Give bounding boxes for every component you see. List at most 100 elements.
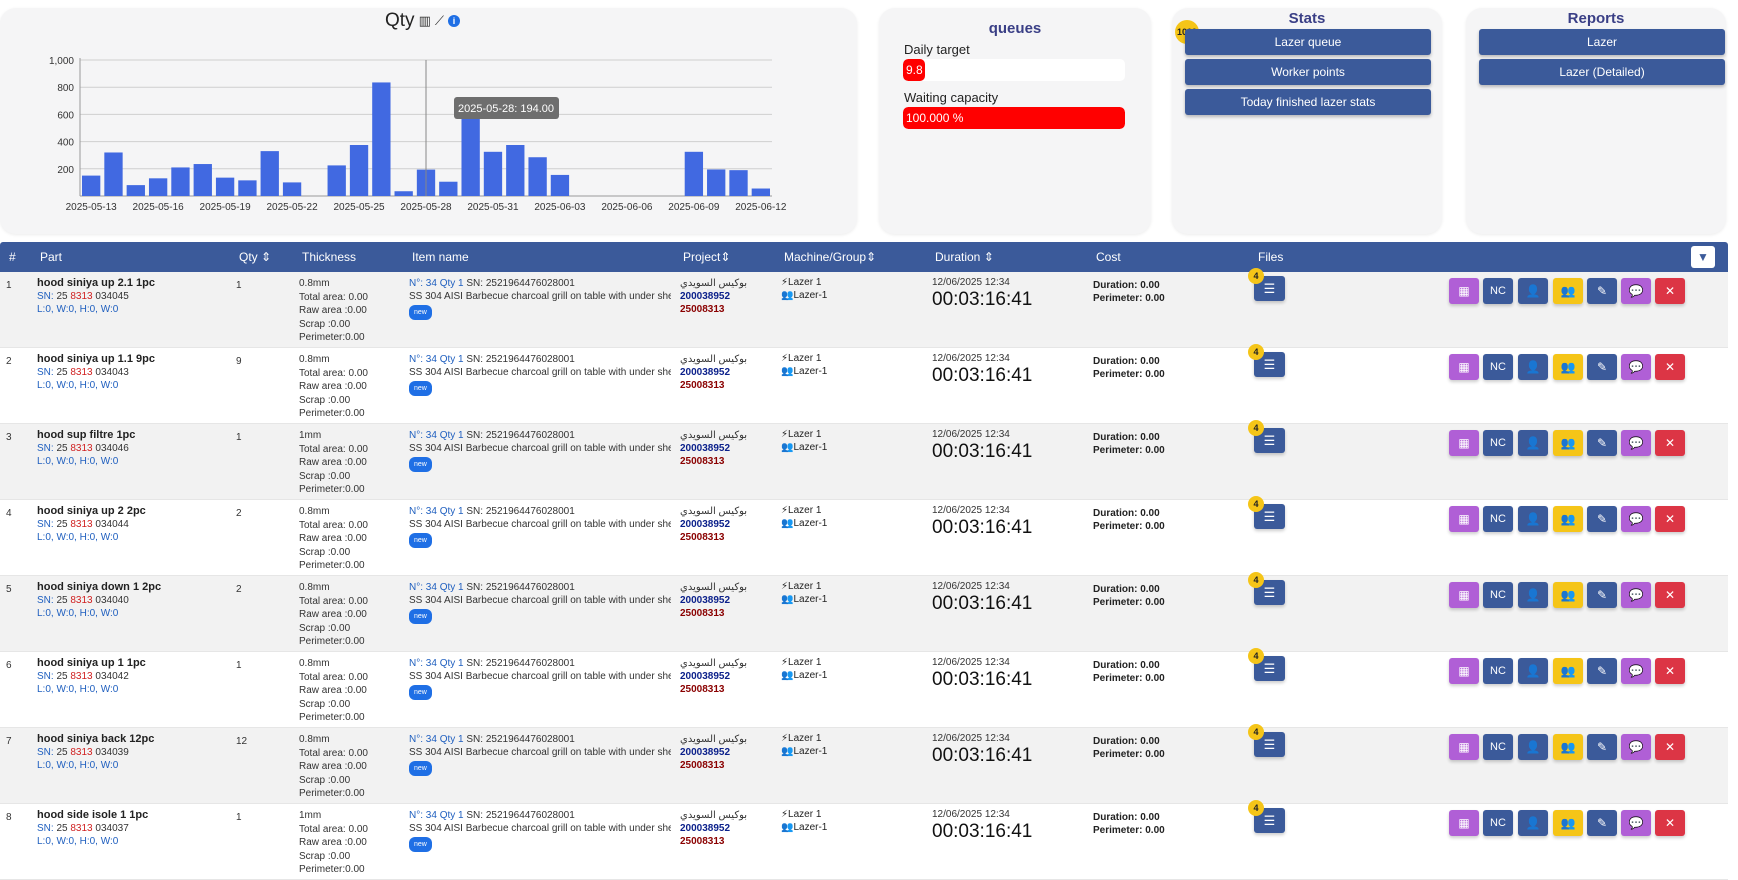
project-code[interactable]: 200038952	[680, 442, 747, 455]
col-project[interactable]: Project⇕	[683, 250, 730, 264]
assign-user-button[interactable]: 👤	[1518, 278, 1548, 304]
comments-button[interactable]: 💬	[1621, 430, 1651, 456]
workers-button[interactable]: 👥	[1553, 582, 1583, 608]
edit-button[interactable]: ✎	[1587, 810, 1617, 836]
sort-icon[interactable]: ⇕	[261, 250, 271, 264]
chart-bar[interactable]	[394, 191, 413, 196]
workers-button[interactable]: 👥	[1553, 810, 1583, 836]
chart-bar[interactable]	[104, 152, 123, 196]
chart-bar[interactable]	[193, 164, 212, 196]
chart-bar[interactable]	[550, 174, 570, 196]
project-sub-code[interactable]: 25008313	[680, 835, 747, 848]
chart-bar[interactable]	[171, 167, 190, 196]
chart-bar[interactable]	[684, 151, 704, 196]
workers-button[interactable]: 👥	[1553, 506, 1583, 532]
chart-bar[interactable]	[729, 170, 748, 196]
sort-icon[interactable]: ⇕	[984, 250, 994, 264]
assign-user-button[interactable]: 👤	[1518, 658, 1548, 684]
comments-button[interactable]: 💬	[1621, 734, 1651, 760]
chart-bar[interactable]	[461, 117, 480, 196]
table-row[interactable]: 6 hood siniya up 1 1pc SN: 25 8313 03404…	[0, 648, 1728, 728]
table-row[interactable]: 3 hood sup filtre 1pc SN: 25 8313 034046…	[0, 420, 1728, 500]
delete-button[interactable]: ✕	[1655, 734, 1685, 760]
col-machine-group[interactable]: Machine/Group⇕	[784, 250, 876, 264]
comments-button[interactable]: 💬	[1621, 278, 1651, 304]
edit-button[interactable]: ✎	[1587, 430, 1617, 456]
nc-button[interactable]: NC	[1483, 278, 1513, 304]
delete-button[interactable]: ✕	[1655, 506, 1685, 532]
nc-button[interactable]: NC	[1483, 810, 1513, 836]
edit-button[interactable]: ✎	[1587, 278, 1617, 304]
calculator-button[interactable]: ▦	[1449, 430, 1479, 456]
delete-button[interactable]: ✕	[1655, 658, 1685, 684]
col-qty[interactable]: Qty ⇕	[239, 250, 271, 264]
comments-button[interactable]: 💬	[1621, 810, 1651, 836]
lazer-report-button[interactable]: Lazer	[1479, 29, 1725, 55]
table-row[interactable]: 1 hood siniya up 2.1 1pc SN: 25 8313 034…	[0, 268, 1728, 348]
edit-button[interactable]: ✎	[1587, 734, 1617, 760]
chart-bar[interactable]	[439, 181, 458, 196]
chart-bar[interactable]	[751, 188, 770, 196]
table-row[interactable]: 2 hood siniya up 1.1 9pc SN: 25 8313 034…	[0, 344, 1728, 424]
col-duration[interactable]: Duration ⇕	[935, 250, 994, 264]
chart-bar[interactable]	[372, 82, 391, 196]
project-sub-code[interactable]: 25008313	[680, 379, 747, 392]
chart-bar[interactable]	[707, 169, 726, 196]
calculator-button[interactable]: ▦	[1449, 506, 1479, 532]
table-row[interactable]: 5 hood siniya down 1 2pc SN: 25 8313 034…	[0, 572, 1728, 652]
nc-button[interactable]: NC	[1483, 658, 1513, 684]
chart-bar[interactable]	[238, 180, 257, 196]
chart-bar[interactable]	[126, 185, 145, 196]
project-code[interactable]: 200038952	[680, 594, 747, 607]
today-finished-lazer-stats-button[interactable]: Today finished lazer stats	[1185, 89, 1431, 115]
comments-button[interactable]: 💬	[1621, 658, 1651, 684]
table-row[interactable]: 8 hood side isole 1 1pc SN: 25 8313 0340…	[0, 800, 1728, 880]
nc-button[interactable]: NC	[1483, 582, 1513, 608]
comments-button[interactable]: 💬	[1621, 354, 1651, 380]
chart-bar[interactable]	[483, 151, 503, 196]
calculator-button[interactable]: ▦	[1449, 582, 1479, 608]
comments-button[interactable]: 💬	[1621, 582, 1651, 608]
chart-bar[interactable]	[215, 177, 235, 196]
calculator-button[interactable]: ▦	[1449, 734, 1479, 760]
project-code[interactable]: 200038952	[680, 290, 747, 303]
workers-button[interactable]: 👥	[1553, 734, 1583, 760]
sort-icon[interactable]: ⇕	[866, 250, 876, 264]
lazer-detailed-report-button[interactable]: Lazer (Detailed)	[1479, 59, 1725, 85]
delete-button[interactable]: ✕	[1655, 430, 1685, 456]
project-code[interactable]: 200038952	[680, 366, 747, 379]
nc-button[interactable]: NC	[1483, 734, 1513, 760]
assign-user-button[interactable]: 👤	[1518, 430, 1548, 456]
lazer-queue-button[interactable]: Lazer queue	[1185, 29, 1431, 55]
table-row[interactable]: 4 hood siniya up 2 2pc SN: 25 8313 03404…	[0, 496, 1728, 576]
chart-bar[interactable]	[282, 182, 302, 196]
calculator-button[interactable]: ▦	[1449, 810, 1479, 836]
chart-bar[interactable]	[148, 178, 168, 196]
delete-button[interactable]: ✕	[1655, 278, 1685, 304]
project-sub-code[interactable]: 25008313	[680, 455, 747, 468]
chart-bar[interactable]	[260, 151, 279, 196]
project-code[interactable]: 200038952	[680, 670, 747, 683]
delete-button[interactable]: ✕	[1655, 810, 1685, 836]
nc-button[interactable]: NC	[1483, 430, 1513, 456]
workers-button[interactable]: 👥	[1553, 278, 1583, 304]
project-code[interactable]: 200038952	[680, 518, 747, 531]
assign-user-button[interactable]: 👤	[1518, 354, 1548, 380]
project-sub-code[interactable]: 25008313	[680, 303, 747, 316]
worker-points-button[interactable]: Worker points	[1185, 59, 1431, 85]
delete-button[interactable]: ✕	[1655, 582, 1685, 608]
comments-button[interactable]: 💬	[1621, 506, 1651, 532]
qty-bar-chart[interactable]: 200 400 600 800 1,000 2025-05-13 2025-05-16 202…	[0, 8, 857, 234]
edit-button[interactable]: ✎	[1587, 658, 1617, 684]
assign-user-button[interactable]: 👤	[1518, 506, 1548, 532]
workers-button[interactable]: 👥	[1553, 658, 1583, 684]
project-sub-code[interactable]: 25008313	[680, 531, 747, 544]
filter-icon[interactable]: ▼	[1691, 246, 1715, 268]
project-code[interactable]: 200038952	[680, 746, 747, 759]
edit-button[interactable]: ✎	[1587, 582, 1617, 608]
edit-button[interactable]: ✎	[1587, 354, 1617, 380]
calculator-button[interactable]: ▦	[1449, 658, 1479, 684]
assign-user-button[interactable]: 👤	[1518, 810, 1548, 836]
nc-button[interactable]: NC	[1483, 354, 1513, 380]
assign-user-button[interactable]: 👤	[1518, 734, 1548, 760]
